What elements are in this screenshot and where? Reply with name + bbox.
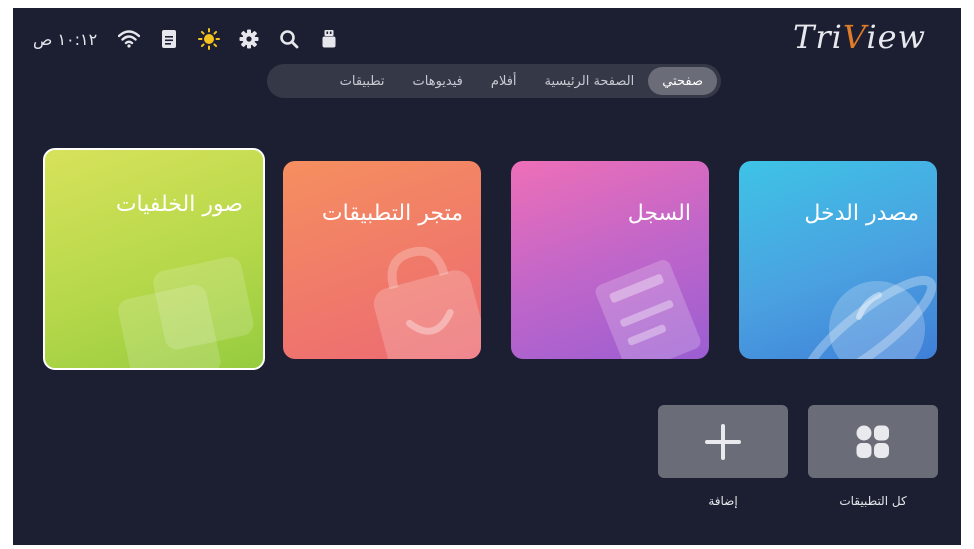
wifi-icon	[117, 27, 141, 51]
brightness-icon[interactable]	[197, 27, 221, 51]
add-button[interactable]	[658, 405, 788, 478]
document-icon[interactable]	[157, 27, 181, 51]
history-card[interactable]: السجل	[511, 161, 709, 359]
plus-icon	[705, 423, 741, 460]
wallpaper-icon	[118, 256, 254, 368]
gear-icon[interactable]	[237, 27, 261, 51]
brand-logo: TriView	[793, 18, 926, 56]
card-title: متجر التطبيقات	[321, 201, 463, 226]
nav-tabs: صفحتي الصفحة الرئيسية أفلام فيديوهات تطب…	[267, 64, 721, 98]
all-apps-label: كل التطبيقات	[839, 494, 907, 508]
card-title: صور الخلفيات	[115, 192, 243, 217]
tab-home[interactable]: الصفحة الرئيسية	[531, 67, 649, 95]
card-title: مصدر الدخل	[804, 201, 919, 226]
clock: ١٠:١٢ ص	[33, 29, 98, 49]
add-label: إضافة	[708, 494, 738, 508]
shopping-bag-icon	[373, 246, 481, 359]
input-source-card[interactable]: مصدر الدخل	[739, 161, 937, 359]
card-title: السجل	[627, 201, 691, 226]
planet-icon	[801, 275, 937, 359]
tab-movies[interactable]: أفلام	[477, 67, 531, 95]
wallpaper-card[interactable]: صور الخلفيات	[43, 148, 265, 370]
tab-my-page[interactable]: صفحتي	[648, 67, 717, 95]
history-book-icon	[595, 260, 701, 359]
usb-icon[interactable]	[317, 27, 341, 51]
search-icon[interactable]	[277, 27, 301, 51]
status-bar: ١٠:١٢ ص	[33, 26, 357, 52]
tv-home-screen: ١٠:١٢ ص TriView صفحتي الصفحة الرئيسية أف…	[13, 8, 961, 545]
all-apps-button[interactable]	[808, 405, 938, 478]
tab-apps[interactable]: تطبيقات	[326, 67, 399, 95]
app-store-card[interactable]: متجر التطبيقات	[283, 161, 481, 359]
tab-videos[interactable]: فيديوهات	[399, 67, 477, 95]
grid-icon	[856, 425, 889, 458]
